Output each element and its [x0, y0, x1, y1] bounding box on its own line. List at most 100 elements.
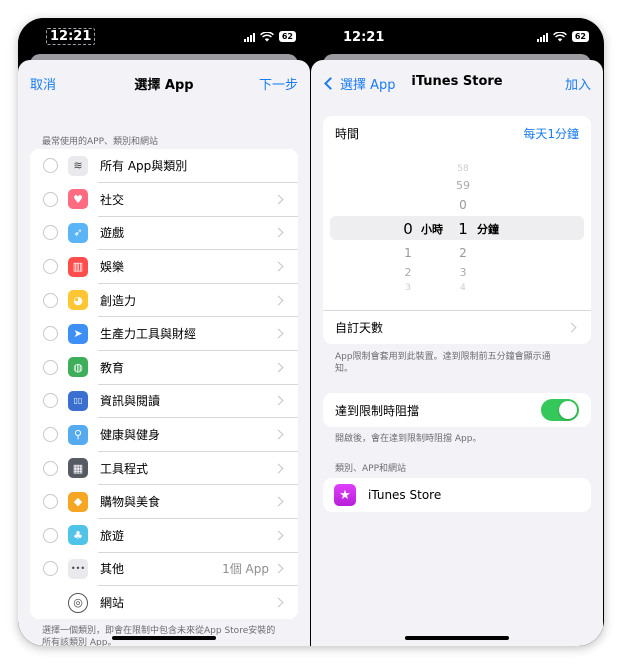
category-row[interactable]: ••• 其他 1個 App — [30, 552, 298, 586]
stack-icon: ≋ — [68, 155, 88, 176]
picker-hour-unit: 小時 — [421, 223, 443, 236]
choose-app-sheet: 取消 選擇 App 下一步 最常使用的APP、類別和網站 ≋ 所有 App與類別 ♥… — [18, 60, 310, 646]
select-radio[interactable] — [43, 225, 58, 241]
chevron-right-icon — [273, 530, 284, 541]
category-row[interactable]: ➤ 生產力工具與財經 — [30, 317, 298, 351]
itunes-store-row[interactable]: ★ iTunes Store — [323, 478, 591, 512]
cellular-signal-icon — [243, 32, 255, 42]
limit-note: App限制會套用到此裝置。達到限制前五分鐘會顯示通知。 — [335, 352, 551, 374]
picker-hour-option[interactable]: 1 — [396, 246, 420, 260]
more-dots-icon: ••• — [68, 558, 88, 579]
category-label: 教育 — [100, 360, 125, 375]
chevron-right-icon — [273, 463, 284, 474]
globe-icon: ◍ — [68, 357, 88, 378]
chevron-right-icon — [566, 322, 577, 333]
wifi-icon — [259, 31, 274, 41]
block-at-limit-row: 達到限制時阻擋 — [323, 393, 591, 427]
category-row[interactable]: ⚲ 健康與健身 — [30, 418, 298, 452]
select-radio[interactable] — [43, 393, 58, 409]
category-label: 工具程式 — [100, 461, 149, 476]
chevron-right-icon — [273, 597, 284, 608]
category-row[interactable]: ♣ 旅遊 — [30, 519, 298, 553]
select-radio[interactable] — [43, 191, 58, 207]
select-radio[interactable] — [43, 427, 58, 443]
picker-minute-option[interactable]: 58 — [451, 164, 475, 174]
category-row[interactable]: ♥ 社交 — [30, 183, 298, 217]
picker-minute-option[interactable]: 59 — [451, 179, 475, 192]
category-row[interactable]: ➶ 遊戲 — [30, 216, 298, 250]
compass-icon: ◎ — [68, 592, 88, 613]
category-row[interactable]: ▥ 娛樂 — [30, 250, 298, 284]
category-label: 資訊與閱讀 — [100, 394, 161, 409]
rocket-icon: ➶ — [68, 222, 88, 243]
paper-plane-icon: ➤ — [68, 323, 88, 344]
picker-minute-unit: 分鐘 — [477, 223, 499, 236]
select-radio[interactable] — [43, 359, 58, 375]
time-value: 每天1分鐘 — [523, 126, 579, 141]
book-icon: ▯▯ — [68, 390, 88, 411]
add-button[interactable]: 加入 — [565, 74, 591, 93]
wifi-icon — [552, 31, 567, 41]
category-row[interactable]: ≋ 所有 App與類別 — [30, 149, 298, 183]
time-limit-group: 時間 每天1分鐘 0 1 2 3 小時 58 59 0 1 2 3 4 分鐘 自… — [323, 116, 591, 344]
category-row[interactable]: ◕ 創造力 — [30, 283, 298, 317]
limit-sheet: 選擇 App iTunes Store 加入 時間 每天1分鐘 0 1 2 3 — [311, 60, 603, 646]
next-button[interactable]: 下一步 — [259, 74, 298, 93]
select-radio[interactable] — [43, 460, 58, 476]
select-radio[interactable] — [43, 292, 58, 308]
itunes-star-icon: ★ — [334, 484, 356, 506]
category-list: ≋ 所有 App與類別 ♥ 社交 ➶ 遊戲 ▥ 娛樂 ◕ 創造力 ➤ 生產力工具與財經 ◍ 教育 ▯▯ 資訊與… — [30, 149, 298, 620]
block-at-limit-toggle[interactable] — [541, 399, 579, 421]
choose-app-screen: 12:21 62 取消 選擇 App 下一步 最常使用的APP、類別和網站 ≋ … — [18, 18, 310, 646]
picker-minute-selected[interactable]: 1 — [451, 220, 475, 238]
custom-days-row[interactable]: 自訂天數 — [323, 310, 591, 344]
home-indicator[interactable] — [112, 636, 216, 640]
block-at-limit-label: 達到限制時阻擋 — [335, 403, 420, 418]
palm-tree-icon: ♣ — [68, 525, 88, 546]
device-frame: 12:21 62 取消 選擇 App 下一步 最常使用的APP、類別和網站 ≋ … — [18, 18, 604, 646]
category-label: 旅遊 — [100, 528, 125, 543]
select-radio[interactable] — [43, 527, 58, 543]
chevron-right-icon — [273, 396, 284, 406]
chevron-right-icon — [273, 328, 284, 339]
category-row[interactable]: ▦ 工具程式 — [30, 451, 298, 485]
time-row[interactable]: 時間 每天1分鐘 — [323, 116, 591, 150]
battery-icon: 62 — [278, 31, 296, 42]
select-radio[interactable] — [43, 158, 58, 174]
category-row[interactable]: ◎ 網站 — [30, 586, 298, 620]
picker-hour-option[interactable]: 3 — [396, 283, 420, 293]
category-row[interactable]: ◍ 教育 — [30, 351, 298, 385]
category-label: 娛樂 — [100, 260, 125, 275]
category-label: 遊戲 — [100, 226, 125, 241]
shopping-bag-icon: ◆ — [68, 491, 88, 512]
cellular-signal-icon — [536, 32, 548, 42]
category-detail: 1個 App — [222, 562, 269, 577]
category-row[interactable]: ▯▯ 資訊與閱讀 — [30, 384, 298, 418]
time-picker[interactable]: 0 1 2 3 小時 58 59 0 1 2 3 4 分鐘 — [323, 150, 591, 310]
toggle-knob — [559, 401, 577, 419]
bicycle-icon: ⚲ — [68, 424, 88, 445]
itunes-store-label: iTunes Store — [368, 488, 442, 502]
select-radio[interactable] — [43, 561, 58, 577]
itunes-limit-screen: 12:21 62 選擇 App iTunes Store 加入 時間 每天1分鐘… — [311, 18, 603, 646]
picker-minute-option[interactable]: 0 — [451, 198, 475, 212]
picker-minute-option[interactable]: 4 — [451, 283, 475, 293]
home-indicator[interactable] — [405, 636, 509, 640]
picker-hour-selected[interactable]: 0 — [396, 220, 420, 238]
social-heart-icon: ♥ — [68, 189, 88, 210]
custom-days-label: 自訂天數 — [335, 321, 384, 335]
time-label: 時間 — [335, 126, 360, 141]
palette-icon: ◕ — [68, 290, 88, 311]
category-label: 社交 — [100, 192, 125, 207]
picker-hour-option[interactable]: 2 — [396, 266, 420, 279]
chevron-right-icon — [273, 563, 284, 574]
chevron-right-icon — [273, 194, 284, 205]
picker-minute-option[interactable]: 2 — [451, 246, 475, 260]
select-radio[interactable] — [43, 494, 58, 510]
category-row[interactable]: ◆ 購物與美食 — [30, 485, 298, 519]
select-radio[interactable] — [43, 326, 58, 342]
status-time: 12:21 — [46, 28, 96, 45]
picker-minute-option[interactable]: 3 — [451, 266, 475, 279]
select-radio[interactable] — [43, 259, 58, 275]
chevron-right-icon — [273, 429, 284, 440]
